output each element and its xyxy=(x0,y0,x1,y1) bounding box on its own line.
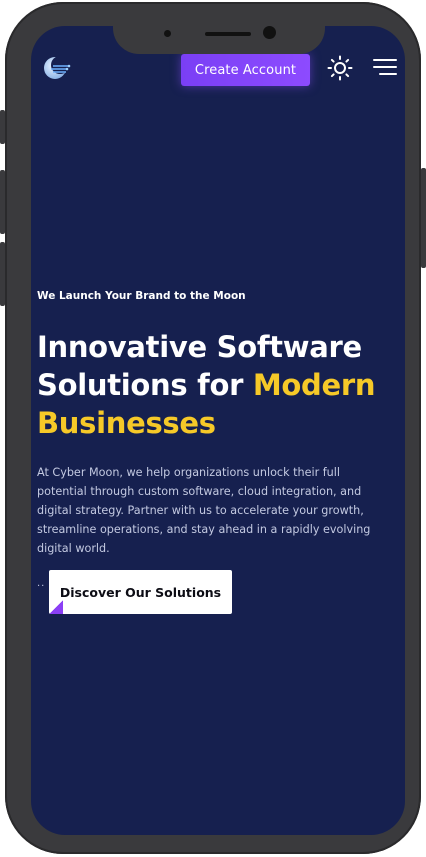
decorative-dots: .. xyxy=(37,578,46,589)
sun-icon xyxy=(327,55,353,81)
discover-solutions-label: Discover Our Solutions xyxy=(59,584,222,600)
discover-solutions-button[interactable]: Discover Our Solutions xyxy=(49,570,232,614)
side-button-silent xyxy=(0,110,5,144)
moon-logo-icon[interactable] xyxy=(42,54,72,82)
hamburger-menu-icon xyxy=(373,59,397,75)
create-account-button[interactable]: Create Account xyxy=(181,54,310,86)
hero-tagline: We Launch Your Brand to the Moon xyxy=(37,290,246,302)
button-corner-accent xyxy=(49,600,63,614)
theme-toggle-button[interactable] xyxy=(327,55,353,81)
sensor-dot xyxy=(164,30,171,37)
hero-description: At Cyber Moon, we help organizations unl… xyxy=(37,466,371,555)
side-button-volume-down xyxy=(0,242,5,306)
phone-frame: Create Account We Launch Your Brand to t… xyxy=(0,2,426,854)
app-screen: Create Account We Launch Your Brand to t… xyxy=(31,26,405,835)
speaker-grille xyxy=(205,32,251,36)
hero-headline: Innovative Software Solutions for Modern… xyxy=(37,328,377,442)
side-button-power xyxy=(421,168,426,268)
front-camera xyxy=(263,26,276,39)
side-button-volume-up xyxy=(0,170,5,234)
phone-notch xyxy=(113,24,325,54)
hamburger-menu-button[interactable] xyxy=(373,57,397,77)
